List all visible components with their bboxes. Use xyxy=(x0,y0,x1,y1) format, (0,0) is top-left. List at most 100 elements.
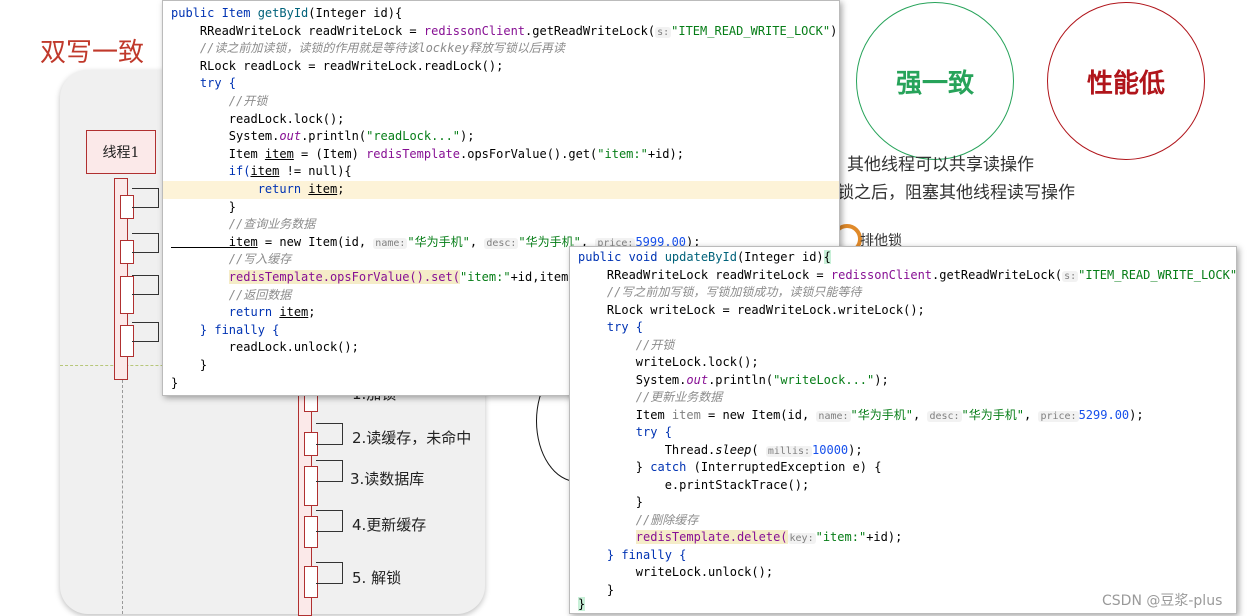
code-token: "ITEM_READ_WRITE_LOCK" xyxy=(1078,267,1237,282)
code-line: } xyxy=(578,495,644,509)
code-comment: //开锁 xyxy=(171,94,268,108)
code-token: "华为手机" xyxy=(407,234,470,249)
code-comment: //查询业务数据 xyxy=(171,217,316,232)
code-comment: //更新业务数据 xyxy=(578,390,723,404)
code-token: { xyxy=(823,250,831,264)
code-token: redissonClient xyxy=(423,23,526,38)
code-token: = new Item(id, xyxy=(700,407,817,422)
code-line: readLock.lock(); xyxy=(171,111,345,126)
code-line: try { xyxy=(578,320,644,334)
code-token: "item:" xyxy=(597,146,648,161)
code-token: "item:" xyxy=(459,270,511,284)
code-token: +id,item) xyxy=(510,270,576,284)
param-hint: s: xyxy=(1062,270,1079,282)
code-token: } xyxy=(578,460,651,474)
code-token: ); xyxy=(848,442,863,457)
code-token: != null){ xyxy=(279,164,352,179)
code-token: Item xyxy=(171,146,265,161)
code-line: } xyxy=(171,199,237,214)
code-token: , xyxy=(912,407,928,422)
code-token: "item:" xyxy=(815,530,867,544)
code-token: .println( xyxy=(301,129,367,144)
code-line: writeLock.unlock(); xyxy=(578,565,774,579)
code-token: System. xyxy=(171,129,280,144)
self-call-arrow xyxy=(316,510,343,532)
code-token: item xyxy=(264,146,294,161)
param-hint: millis: xyxy=(765,445,813,457)
desc-line-1: 其他线程可以共享读操作 xyxy=(847,155,1034,175)
code-token: 10000 xyxy=(812,442,849,457)
code-token: .getReadWriteLock( xyxy=(932,267,1063,282)
code-line: try { xyxy=(578,425,672,439)
code-token: +id); xyxy=(647,146,684,161)
code-token: ; xyxy=(308,305,316,320)
param-hint: name: xyxy=(373,237,408,249)
param-hint: desc: xyxy=(927,410,962,422)
write-code-window: public void updateById(Integer id){ RRea… xyxy=(569,246,1237,614)
code-token: if( xyxy=(171,164,251,179)
param-hint: name: xyxy=(816,410,851,422)
code-token: ); xyxy=(874,372,889,387)
code-line: RLock readLock = readWriteLock.readLock(… xyxy=(171,58,504,73)
code-token: System. xyxy=(578,372,687,387)
code-token: "readLock..." xyxy=(366,129,461,144)
code-line: } xyxy=(578,597,586,611)
code-line: try { xyxy=(171,76,237,91)
code-line: RLock writeLock = readWriteLock.writeLoc… xyxy=(578,302,925,317)
code-comment: //读之前加读锁，读锁的作用就是等待该lockkey释放写锁以后再读 xyxy=(171,41,565,56)
self-call-arrow xyxy=(132,188,159,208)
code-token: Item xyxy=(578,407,672,422)
param-hint: price: xyxy=(1038,410,1079,422)
code-token: return xyxy=(171,182,309,196)
self-call-arrow xyxy=(316,460,343,482)
code-token: item xyxy=(671,407,701,422)
code-token: +id); xyxy=(866,530,903,544)
code-token: (InterruptedException e) { xyxy=(686,460,882,474)
code-token: .getReadWriteLock( xyxy=(525,23,656,38)
low-performance-badge: 性能低 xyxy=(1047,2,1205,160)
code-token: = new Item(id, xyxy=(257,234,374,249)
self-call-arrow xyxy=(132,322,159,342)
code-token: redissonClient xyxy=(830,267,933,282)
code-token: "ITEM_READ_WRITE_LOCK" xyxy=(671,23,831,38)
code-token: public Item xyxy=(171,6,258,20)
step-label: 4.更新缓存 xyxy=(352,516,427,534)
code-token: ); xyxy=(460,129,475,144)
code-token: ); xyxy=(830,23,839,38)
code-line: writeLock.lock(); xyxy=(578,355,759,369)
code-token: ; xyxy=(337,182,345,196)
self-call-arrow xyxy=(132,233,159,253)
code-token: "华为手机" xyxy=(850,407,913,422)
code-token: RReadWriteLock readWriteLock = xyxy=(171,23,424,38)
code-line: } finally { xyxy=(578,547,687,562)
code-token: Thread. xyxy=(578,442,716,457)
code-token: "writeLock..." xyxy=(773,372,875,387)
code-token: sleep xyxy=(715,442,752,457)
code-token: .opsForValue().get( xyxy=(460,146,598,161)
param-hint: key: xyxy=(787,533,816,544)
code-token: = (Item) xyxy=(293,146,367,161)
code-token: "华为手机" xyxy=(961,407,1024,422)
self-call-arrow xyxy=(132,275,159,295)
code-token: redisTemplate xyxy=(366,146,460,161)
watermark: CSDN @豆浆-plus xyxy=(1102,593,1223,609)
code-comment: //开锁 xyxy=(578,337,675,352)
thread-label: 线程1 xyxy=(86,130,156,174)
step-label: 2.读缓存，未命中 xyxy=(352,429,472,447)
code-token: item xyxy=(279,305,309,320)
code-token: out xyxy=(686,372,709,387)
code-token: item xyxy=(171,234,258,249)
step-label: 3.读数据库 xyxy=(350,470,425,488)
code-token: ); xyxy=(1129,407,1144,422)
code-token: out xyxy=(279,129,302,144)
code-token: 5299.00 xyxy=(1078,407,1130,422)
code-token: (Integer id){ xyxy=(308,6,403,20)
code-token: item xyxy=(250,164,280,179)
code-token: item xyxy=(308,182,338,196)
code-token: ( xyxy=(751,442,766,457)
code-token: public void xyxy=(578,250,665,264)
code-token: updateById xyxy=(664,250,737,264)
code-token: redisTemplate.opsForValue().set( xyxy=(228,270,460,284)
code-token: getById xyxy=(257,6,309,20)
